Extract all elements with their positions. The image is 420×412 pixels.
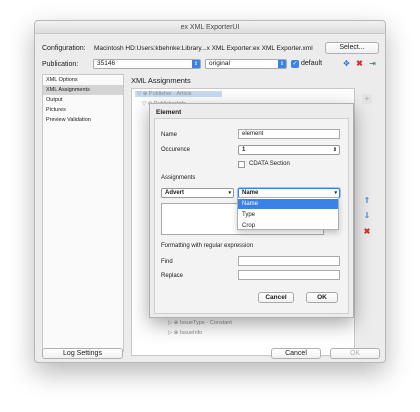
occurence-value: 1 <box>242 147 246 153</box>
configuration-label: Configuration: <box>42 45 86 52</box>
tree-row-label: Publisher - Article <box>148 91 192 97</box>
name-field[interactable]: element <box>238 129 340 139</box>
move-down-icon[interactable]: ⇓ <box>362 211 372 221</box>
cancel-button[interactable]: Cancel <box>271 348 321 359</box>
find-label: Find <box>161 259 173 265</box>
delete-icon[interactable]: ✖ <box>355 59 364 68</box>
cdata-checkbox[interactable] <box>238 161 245 168</box>
dialog-cancel-button[interactable]: Cancel <box>258 292 294 303</box>
tree-row-issuetype[interactable]: ▷ ⊕ IssueType - Constant <box>168 320 232 326</box>
sidebar: XML Options XML Assignments Output Pictu… <box>42 74 124 352</box>
dropdown-option-type[interactable]: Type <box>238 210 338 220</box>
window-title: ex XML ExporterUI <box>35 21 385 34</box>
log-settings-button[interactable]: Log Settings <box>42 348 123 359</box>
replace-field[interactable] <box>238 270 340 280</box>
assignments-label: Assignments <box>161 175 196 181</box>
variant-select[interactable]: original ⇕ <box>205 59 287 69</box>
tree-row-issueinfo[interactable]: ▷ ⊕ IssueInfo <box>168 330 202 336</box>
chevron-updown-icon: ⇕ <box>332 147 337 153</box>
add-icon[interactable]: + <box>362 94 372 104</box>
sidebar-item-pictures[interactable]: Pictures <box>43 105 123 115</box>
move-icon[interactable]: ✥ <box>342 59 351 68</box>
default-label: default <box>301 60 323 67</box>
assignment-field-value: Name <box>242 190 259 196</box>
occurence-label: Occurence <box>161 147 191 153</box>
publication-value: 35146 <box>97 60 116 67</box>
tree-row-label: IssueInfo <box>179 330 203 336</box>
assignment-field-dropdown: Name Type Crop <box>237 197 339 230</box>
dialog-title: Element <box>156 109 182 116</box>
tree-row-publisher[interactable]: ▽ ⊕ Publisher - Article <box>135 91 222 97</box>
select-button[interactable]: Select... <box>325 42 379 54</box>
chevron-down-icon: ▾ <box>228 190 231 196</box>
move-up-icon[interactable]: ⇑ <box>362 196 372 206</box>
regex-label: Formatting with regular expression <box>161 243 254 249</box>
dialog-ok-button[interactable]: OK <box>306 292 338 303</box>
sidebar-item-preview-validation[interactable]: Preview Validation <box>43 115 123 125</box>
default-checkbox[interactable]: ✓ <box>291 60 299 68</box>
chevron-updown-icon: ⇕ <box>278 60 286 68</box>
chevron-down-icon: ▾ <box>334 190 337 196</box>
find-field[interactable] <box>238 256 340 266</box>
remove-icon[interactable]: ✖ <box>362 227 372 237</box>
sidebar-item-xml-options[interactable]: XML Options <box>43 75 123 85</box>
sidebar-item-output[interactable]: Output <box>43 95 123 105</box>
assignment-source-value: Advert <box>165 190 185 196</box>
assignment-source-select[interactable]: Advert ▾ <box>161 188 234 198</box>
publication-select[interactable]: 35146 ⇕ <box>93 59 201 69</box>
occurence-select[interactable]: 1 ⇕ <box>238 145 340 155</box>
tree-row-label: IssueType - Constant <box>179 320 232 326</box>
dropdown-option-crop[interactable]: Crop <box>238 221 338 231</box>
export-icon[interactable]: ⇥ <box>368 59 377 68</box>
chevron-updown-icon: ⇕ <box>192 60 200 68</box>
configuration-path: Macintosh HD:Users:kbehnke:Library...x X… <box>94 45 313 52</box>
name-label: Name <box>161 132 178 138</box>
page-title: XML Assignments <box>131 76 191 85</box>
variant-value: original <box>209 60 230 67</box>
publication-label: Publication: <box>42 61 79 68</box>
ok-button[interactable]: OK <box>330 348 380 359</box>
dropdown-option-name[interactable]: Name <box>238 199 338 209</box>
cdata-label: CDATA Section <box>249 161 290 167</box>
sidebar-item-xml-assignments[interactable]: XML Assignments <box>43 85 123 95</box>
replace-label: Replace <box>161 273 184 279</box>
